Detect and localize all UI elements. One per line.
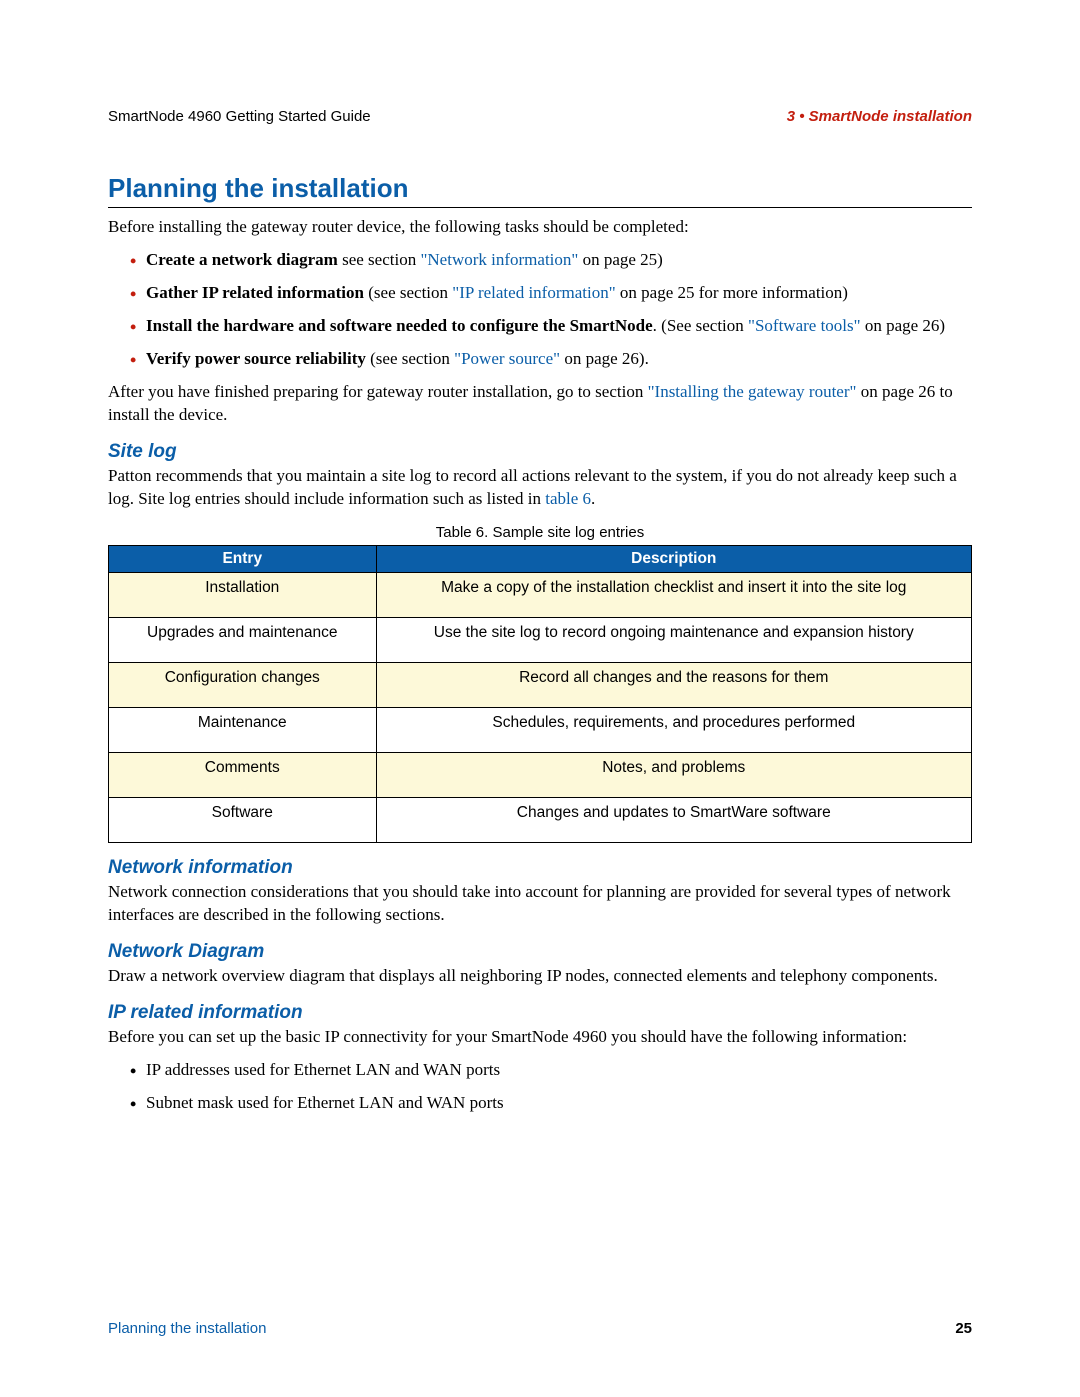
list-item: Gather IP related information (see secti… (130, 282, 972, 305)
table-caption: Table 6. Sample site log entries (108, 524, 972, 541)
footer-left: Planning the installation (108, 1320, 266, 1337)
bullet-text: on page 26) (861, 316, 946, 335)
cross-ref-link[interactable]: "Network information" (420, 250, 578, 269)
text: After you have finished preparing for ga… (108, 382, 648, 401)
col-header-description: Description (376, 546, 971, 573)
list-item: Install the hardware and software needed… (130, 315, 972, 338)
bullet-text: (see section (364, 283, 452, 302)
text: . (591, 489, 595, 508)
cross-ref-link[interactable]: "Installing the gateway router" (648, 382, 857, 401)
list-item: IP addresses used for Ethernet LAN and W… (130, 1059, 972, 1082)
table-row: Upgrades and maintenance Use the site lo… (109, 618, 972, 663)
table-row: Software Changes and updates to SmartWar… (109, 798, 972, 843)
bullet-bold: Create a network diagram (146, 250, 338, 269)
section-heading-network-diagram: Network Diagram (108, 941, 972, 963)
table-header-row: Entry Description (109, 546, 972, 573)
page-content: SmartNode 4960 Getting Started Guide 3 •… (0, 0, 1080, 1185)
after-bullets-paragraph: After you have finished preparing for ga… (108, 381, 972, 427)
section-heading-ip-info: IP related information (108, 1002, 972, 1024)
bullet-text: . (See section (653, 316, 748, 335)
section-heading-network-info: Network information (108, 857, 972, 879)
network-info-paragraph: Network connection considerations that y… (108, 881, 972, 927)
bullet-bold: Verify power source reliability (146, 349, 366, 368)
cell-entry: Maintenance (109, 708, 377, 753)
network-diagram-paragraph: Draw a network overview diagram that dis… (108, 965, 972, 988)
ip-info-list: IP addresses used for Ethernet LAN and W… (108, 1059, 972, 1115)
cell-description: Changes and updates to SmartWare softwar… (376, 798, 971, 843)
cell-entry: Software (109, 798, 377, 843)
header-left: SmartNode 4960 Getting Started Guide (108, 108, 371, 125)
bullet-text: on page 25 for more information) (616, 283, 848, 302)
cell-description: Use the site log to record ongoing maint… (376, 618, 971, 663)
page-number: 25 (955, 1320, 972, 1337)
intro-paragraph: Before installing the gateway router dev… (108, 216, 972, 239)
cell-entry: Installation (109, 573, 377, 618)
cell-entry: Comments (109, 753, 377, 798)
bullet-text: (see section (366, 349, 454, 368)
running-header: SmartNode 4960 Getting Started Guide 3 •… (108, 108, 972, 125)
header-right: 3 • SmartNode installation (787, 108, 972, 125)
cell-description: Make a copy of the installation checklis… (376, 573, 971, 618)
table-row: Configuration changes Record all changes… (109, 663, 972, 708)
cell-entry: Configuration changes (109, 663, 377, 708)
bullet-text: see section (338, 250, 421, 269)
list-item: Create a network diagram see section "Ne… (130, 249, 972, 272)
cross-ref-link[interactable]: "Power source" (454, 349, 560, 368)
cell-description: Notes, and problems (376, 753, 971, 798)
site-log-table: Entry Description Installation Make a co… (108, 545, 972, 843)
cell-description: Schedules, requirements, and procedures … (376, 708, 971, 753)
list-item: Verify power source reliability (see sec… (130, 348, 972, 371)
section-heading-site-log: Site log (108, 441, 972, 463)
bullet-bold: Gather IP related information (146, 283, 364, 302)
table-row: Installation Make a copy of the installa… (109, 573, 972, 618)
site-log-paragraph: Patton recommends that you maintain a si… (108, 465, 972, 511)
text: Patton recommends that you maintain a si… (108, 466, 957, 508)
bullet-text: on page 26). (560, 349, 649, 368)
table-row: Maintenance Schedules, requirements, and… (109, 708, 972, 753)
col-header-entry: Entry (109, 546, 377, 573)
cross-ref-link[interactable]: "Software tools" (748, 316, 861, 335)
bullet-text: on page 25) (578, 250, 663, 269)
cross-ref-link[interactable]: "IP related information" (452, 283, 615, 302)
ip-info-paragraph: Before you can set up the basic IP conne… (108, 1026, 972, 1049)
running-footer: Planning the installation 25 (108, 1320, 972, 1337)
cross-ref-link[interactable]: table 6 (545, 489, 591, 508)
table-row: Comments Notes, and problems (109, 753, 972, 798)
task-list: Create a network diagram see section "Ne… (108, 249, 972, 371)
page-title: Planning the installation (108, 173, 972, 208)
bullet-bold: Install the hardware and software needed… (146, 316, 653, 335)
cell-entry: Upgrades and maintenance (109, 618, 377, 663)
cell-description: Record all changes and the reasons for t… (376, 663, 971, 708)
list-item: Subnet mask used for Ethernet LAN and WA… (130, 1092, 972, 1115)
